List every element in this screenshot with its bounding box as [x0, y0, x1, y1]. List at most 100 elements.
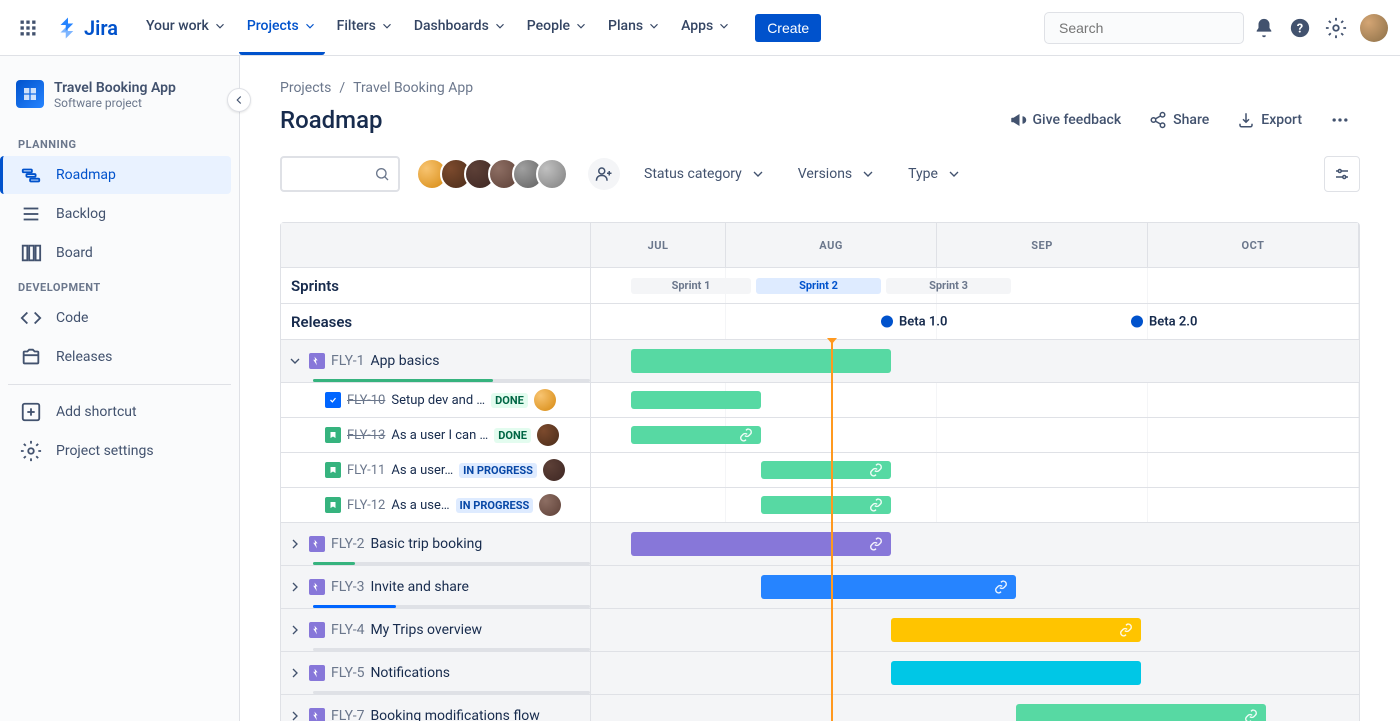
backlog-icon — [20, 203, 42, 225]
expand-chevron-icon[interactable] — [287, 665, 303, 681]
expand-chevron-icon[interactable] — [287, 579, 303, 595]
timeline-bar[interactable] — [761, 461, 891, 479]
month-header: OCT — [1148, 223, 1359, 267]
timeline-bar[interactable] — [761, 496, 891, 514]
release-marker[interactable]: Beta 1.0 — [881, 314, 947, 329]
project-settings-link[interactable]: Project settings — [8, 432, 231, 470]
jira-logo[interactable]: Jira — [48, 16, 126, 40]
nav-item-filters[interactable]: Filters — [329, 1, 402, 55]
assignee-avatar[interactable] — [539, 494, 561, 516]
section-planning-label: PLANNING — [8, 130, 231, 155]
share-button[interactable]: Share — [1139, 105, 1219, 135]
project-name: Travel Booking App — [54, 80, 176, 96]
expand-chevron-icon[interactable] — [287, 353, 303, 369]
sprints-row: Sprints Sprint 1Sprint 2Sprint 3 — [281, 267, 1359, 303]
issue-summary: As a user… — [391, 463, 453, 478]
epic-row[interactable]: FLY-5 Notifications — [281, 651, 1359, 694]
code-icon — [20, 307, 42, 329]
nav-item-projects[interactable]: Projects — [239, 1, 325, 55]
nav-item-people[interactable]: People — [519, 1, 596, 55]
issue-key: FLY-5 — [331, 665, 364, 681]
epic-row[interactable]: FLY-2 Basic trip booking — [281, 522, 1359, 565]
section-development-label: DEVELOPMENT — [8, 273, 231, 298]
settings-icon[interactable] — [1320, 12, 1352, 44]
notifications-icon[interactable] — [1248, 12, 1280, 44]
month-header: SEP — [937, 223, 1148, 267]
timeline-bar[interactable] — [1016, 704, 1266, 721]
type-filter[interactable]: Type — [900, 160, 970, 188]
more-button[interactable] — [1320, 104, 1360, 136]
timeline-bar[interactable] — [631, 426, 761, 444]
story-row[interactable]: FLY-10 Setup dev and … DONE — [281, 382, 1359, 417]
assignee-avatar[interactable] — [534, 389, 556, 411]
create-button[interactable]: Create — [755, 14, 821, 42]
sprint-bar[interactable]: Sprint 1 — [631, 278, 751, 294]
timeline-bar[interactable] — [631, 349, 891, 373]
breadcrumb-root[interactable]: Projects — [280, 80, 331, 96]
issue-key: FLY-3 — [331, 579, 364, 595]
toolbar: Status category Versions Type — [280, 156, 1360, 192]
expand-chevron-icon[interactable] — [287, 708, 303, 721]
expand-chevron-icon[interactable] — [287, 536, 303, 552]
sidebar-board[interactable]: Board — [8, 234, 231, 272]
sidebar: Travel Booking App Software project PLAN… — [0, 56, 240, 721]
timeline-bar[interactable] — [761, 575, 1016, 599]
sidebar-roadmap[interactable]: Roadmap — [0, 156, 231, 194]
nav-item-dashboards[interactable]: Dashboards — [406, 1, 515, 55]
timeline-bar[interactable] — [891, 618, 1141, 642]
avatar-filter — [416, 158, 568, 190]
app-switcher-icon[interactable] — [12, 12, 44, 44]
sidebar-releases[interactable]: Releases — [8, 338, 231, 376]
add-people-button[interactable] — [588, 158, 620, 190]
epic-row[interactable]: FLY-3 Invite and share — [281, 565, 1359, 608]
assignee-avatar[interactable] — [537, 424, 559, 446]
project-header[interactable]: Travel Booking App Software project — [8, 80, 231, 130]
epic-icon — [309, 579, 325, 595]
project-icon — [16, 80, 44, 108]
sidebar-backlog[interactable]: Backlog — [8, 195, 231, 233]
status-lozenge: IN PROGRESS — [456, 498, 534, 513]
month-header: JUL — [591, 223, 726, 267]
nav-item-plans[interactable]: Plans — [600, 1, 669, 55]
story-row[interactable]: FLY-13 As a user I can … DONE — [281, 417, 1359, 452]
sprint-bar[interactable]: Sprint 3 — [886, 278, 1011, 294]
nav-item-your-work[interactable]: Your work — [138, 1, 235, 55]
link-icon — [994, 580, 1008, 594]
timeline-bar[interactable] — [891, 661, 1141, 685]
sprint-bar[interactable]: Sprint 2 — [756, 278, 881, 294]
collapse-sidebar-button[interactable] — [227, 88, 251, 112]
issue-key: FLY-2 — [331, 536, 364, 552]
global-search[interactable] — [1044, 12, 1244, 44]
epic-row[interactable]: FLY-1 App basics — [281, 339, 1359, 382]
avatar-unassigned[interactable] — [536, 158, 568, 190]
export-button[interactable]: Export — [1227, 105, 1312, 135]
feedback-button[interactable]: Give feedback — [999, 105, 1132, 135]
nav-item-apps[interactable]: Apps — [673, 1, 739, 55]
page-title: Roadmap — [280, 106, 999, 134]
timeline-bar[interactable] — [631, 391, 761, 409]
issue-summary: My Trips overview — [370, 622, 482, 638]
epic-row[interactable]: FLY-4 My Trips overview — [281, 608, 1359, 651]
roadmap-search[interactable] — [280, 156, 400, 192]
status-filter[interactable]: Status category — [636, 160, 774, 188]
story-row[interactable]: FLY-12 As a use… IN PROGRESS — [281, 487, 1359, 522]
issue-key: FLY-7 — [331, 708, 364, 721]
add-shortcut-link[interactable]: Add shortcut — [8, 393, 231, 431]
issue-summary: Notifications — [370, 665, 450, 681]
view-settings-button[interactable] — [1324, 156, 1360, 192]
status-lozenge: DONE — [494, 428, 531, 443]
expand-chevron-icon[interactable] — [287, 622, 303, 638]
breadcrumb-project[interactable]: Travel Booking App — [353, 80, 473, 96]
assignee-avatar[interactable] — [543, 459, 565, 481]
timeline-bar[interactable] — [631, 532, 891, 556]
chevron-down-icon — [380, 19, 394, 33]
sidebar-code[interactable]: Code — [8, 299, 231, 337]
epic-row[interactable]: FLY-7 Booking modifications flow — [281, 694, 1359, 721]
release-marker[interactable]: Beta 2.0 — [1131, 314, 1197, 329]
story-row[interactable]: FLY-11 As a user… IN PROGRESS — [281, 452, 1359, 487]
search-input[interactable] — [1059, 20, 1240, 36]
versions-filter[interactable]: Versions — [790, 160, 884, 188]
help-icon[interactable]: ? — [1284, 12, 1316, 44]
link-icon — [869, 498, 883, 512]
profile-avatar[interactable] — [1360, 14, 1388, 42]
